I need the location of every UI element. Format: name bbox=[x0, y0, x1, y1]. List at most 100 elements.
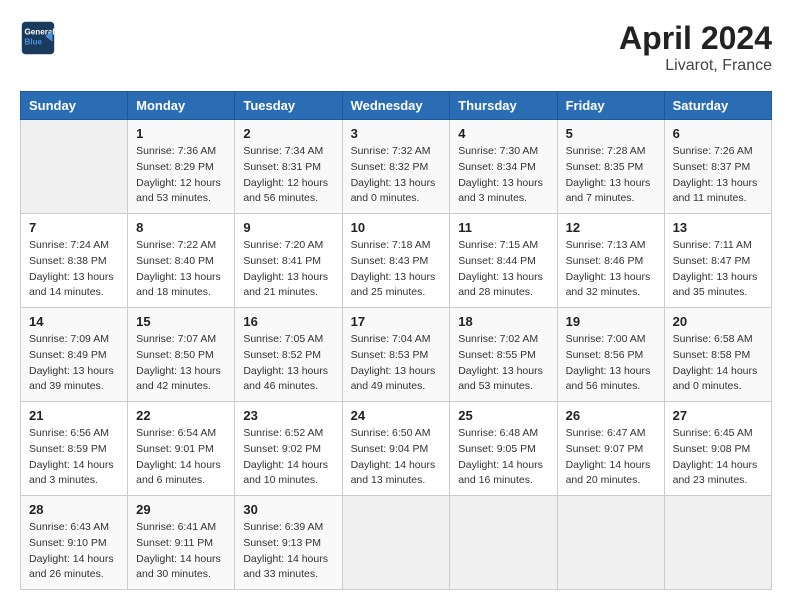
calendar-cell: 17 Sunrise: 7:04 AMSunset: 8:53 PMDayligh… bbox=[342, 308, 450, 402]
day-number: 7 bbox=[29, 220, 119, 235]
day-number: 28 bbox=[29, 502, 119, 517]
calendar-cell: 3 Sunrise: 7:32 AMSunset: 8:32 PMDaylight… bbox=[342, 120, 450, 214]
page-header: General Blue April 2024 Livarot, France bbox=[20, 20, 772, 75]
calendar-week-row: 1 Sunrise: 7:36 AMSunset: 8:29 PMDaylight… bbox=[21, 120, 772, 214]
calendar-cell: 11 Sunrise: 7:15 AMSunset: 8:44 PMDayligh… bbox=[450, 214, 557, 308]
day-number: 30 bbox=[243, 502, 333, 517]
calendar-cell: 1 Sunrise: 7:36 AMSunset: 8:29 PMDaylight… bbox=[128, 120, 235, 214]
day-number: 19 bbox=[566, 314, 656, 329]
day-number: 17 bbox=[351, 314, 442, 329]
calendar-cell: 10 Sunrise: 7:18 AMSunset: 8:43 PMDayligh… bbox=[342, 214, 450, 308]
calendar-cell: 25Sunrise: 6:48 AMSunset: 9:05 PMDayligh… bbox=[450, 402, 557, 496]
calendar-cell: 6Sunrise: 7:26 AMSunset: 8:37 PMDaylight… bbox=[664, 120, 771, 214]
calendar-cell: 7 Sunrise: 7:24 AMSunset: 8:38 PMDaylight… bbox=[21, 214, 128, 308]
calendar-cell bbox=[664, 496, 771, 590]
calendar-cell: 8Sunrise: 7:22 AMSunset: 8:40 PMDaylight… bbox=[128, 214, 235, 308]
logo-icon: General Blue bbox=[20, 20, 56, 56]
day-number: 11 bbox=[458, 220, 548, 235]
day-info: Sunrise: 6:45 AMSunset: 9:08 PMDaylight:… bbox=[673, 426, 763, 489]
day-info: Sunrise: 6:54 AMSunset: 9:01 PMDaylight:… bbox=[136, 426, 226, 489]
title-block: April 2024 Livarot, France bbox=[619, 20, 772, 75]
day-number: 6 bbox=[673, 126, 763, 141]
day-info: Sunrise: 7:20 AMSunset: 8:41 PMDaylight:… bbox=[243, 238, 333, 301]
calendar-week-row: 7 Sunrise: 7:24 AMSunset: 8:38 PMDaylight… bbox=[21, 214, 772, 308]
calendar-cell: 23 Sunrise: 6:52 AMSunset: 9:02 PMDayligh… bbox=[235, 402, 342, 496]
day-number: 24 bbox=[351, 408, 442, 423]
day-info: Sunrise: 6:56 AMSunset: 8:59 PMDaylight:… bbox=[29, 426, 119, 489]
calendar-week-row: 14 Sunrise: 7:09 AMSunset: 8:49 PMDayligh… bbox=[21, 308, 772, 402]
day-info: Sunrise: 7:05 AMSunset: 8:52 PMDaylight:… bbox=[243, 332, 333, 395]
day-number: 10 bbox=[351, 220, 442, 235]
page-subtitle: Livarot, France bbox=[619, 57, 772, 75]
calendar-cell bbox=[557, 496, 664, 590]
day-info: Sunrise: 7:11 AMSunset: 8:47 PMDaylight:… bbox=[673, 238, 763, 301]
weekday-header: Monday bbox=[128, 92, 235, 120]
calendar-cell: 22 Sunrise: 6:54 AMSunset: 9:01 PMDayligh… bbox=[128, 402, 235, 496]
day-number: 18 bbox=[458, 314, 548, 329]
day-number: 15 bbox=[136, 314, 226, 329]
day-info: Sunrise: 7:15 AMSunset: 8:44 PMDaylight:… bbox=[458, 238, 548, 301]
calendar-cell: 16 Sunrise: 7:05 AMSunset: 8:52 PMDayligh… bbox=[235, 308, 342, 402]
weekday-header: Tuesday bbox=[235, 92, 342, 120]
calendar-cell: 26Sunrise: 6:47 AMSunset: 9:07 PMDayligh… bbox=[557, 402, 664, 496]
calendar-cell: 15 Sunrise: 7:07 AMSunset: 8:50 PMDayligh… bbox=[128, 308, 235, 402]
day-info: Sunrise: 7:30 AMSunset: 8:34 PMDaylight:… bbox=[458, 144, 548, 207]
day-number: 12 bbox=[566, 220, 656, 235]
day-number: 4 bbox=[458, 126, 548, 141]
day-info: Sunrise: 7:28 AMSunset: 8:35 PMDaylight:… bbox=[566, 144, 656, 207]
day-number: 14 bbox=[29, 314, 119, 329]
day-number: 22 bbox=[136, 408, 226, 423]
day-number: 25 bbox=[458, 408, 548, 423]
day-number: 20 bbox=[673, 314, 763, 329]
day-number: 1 bbox=[136, 126, 226, 141]
day-number: 3 bbox=[351, 126, 442, 141]
weekday-header: Thursday bbox=[450, 92, 557, 120]
day-number: 16 bbox=[243, 314, 333, 329]
calendar-cell: 19Sunrise: 7:00 AMSunset: 8:56 PMDayligh… bbox=[557, 308, 664, 402]
calendar-cell: 28 Sunrise: 6:43 AMSunset: 9:10 PMDayligh… bbox=[21, 496, 128, 590]
calendar-cell: 21 Sunrise: 6:56 AMSunset: 8:59 PMDayligh… bbox=[21, 402, 128, 496]
day-info: Sunrise: 6:43 AMSunset: 9:10 PMDaylight:… bbox=[29, 520, 119, 583]
day-number: 5 bbox=[566, 126, 656, 141]
calendar-cell: 29Sunrise: 6:41 AMSunset: 9:11 PMDayligh… bbox=[128, 496, 235, 590]
weekday-header: Friday bbox=[557, 92, 664, 120]
day-info: Sunrise: 7:24 AMSunset: 8:38 PMDaylight:… bbox=[29, 238, 119, 301]
svg-text:Blue: Blue bbox=[25, 37, 43, 46]
calendar-cell: 18Sunrise: 7:02 AMSunset: 8:55 PMDayligh… bbox=[450, 308, 557, 402]
calendar-cell: 27 Sunrise: 6:45 AMSunset: 9:08 PMDayligh… bbox=[664, 402, 771, 496]
calendar-cell: 4 Sunrise: 7:30 AMSunset: 8:34 PMDaylight… bbox=[450, 120, 557, 214]
day-number: 23 bbox=[243, 408, 333, 423]
calendar-week-row: 28 Sunrise: 6:43 AMSunset: 9:10 PMDayligh… bbox=[21, 496, 772, 590]
day-info: Sunrise: 6:52 AMSunset: 9:02 PMDaylight:… bbox=[243, 426, 333, 489]
day-info: Sunrise: 7:09 AMSunset: 8:49 PMDaylight:… bbox=[29, 332, 119, 395]
day-info: Sunrise: 7:18 AMSunset: 8:43 PMDaylight:… bbox=[351, 238, 442, 301]
page-title: April 2024 bbox=[619, 20, 772, 57]
header-row: SundayMondayTuesdayWednesdayThursdayFrid… bbox=[21, 92, 772, 120]
day-info: Sunrise: 7:04 AMSunset: 8:53 PMDaylight:… bbox=[351, 332, 442, 395]
calendar-cell: 9 Sunrise: 7:20 AMSunset: 8:41 PMDaylight… bbox=[235, 214, 342, 308]
day-info: Sunrise: 7:32 AMSunset: 8:32 PMDaylight:… bbox=[351, 144, 442, 207]
day-info: Sunrise: 7:34 AMSunset: 8:31 PMDaylight:… bbox=[243, 144, 333, 207]
day-info: Sunrise: 6:58 AMSunset: 8:58 PMDaylight:… bbox=[673, 332, 763, 395]
day-number: 21 bbox=[29, 408, 119, 423]
calendar-week-row: 21 Sunrise: 6:56 AMSunset: 8:59 PMDayligh… bbox=[21, 402, 772, 496]
calendar-cell bbox=[21, 120, 128, 214]
calendar-cell: 5 Sunrise: 7:28 AMSunset: 8:35 PMDaylight… bbox=[557, 120, 664, 214]
day-info: Sunrise: 6:39 AMSunset: 9:13 PMDaylight:… bbox=[243, 520, 333, 583]
day-number: 26 bbox=[566, 408, 656, 423]
calendar-cell bbox=[450, 496, 557, 590]
day-number: 9 bbox=[243, 220, 333, 235]
calendar-cell: 20 Sunrise: 6:58 AMSunset: 8:58 PMDayligh… bbox=[664, 308, 771, 402]
calendar-cell: 30 Sunrise: 6:39 AMSunset: 9:13 PMDayligh… bbox=[235, 496, 342, 590]
day-info: Sunrise: 7:36 AMSunset: 8:29 PMDaylight:… bbox=[136, 144, 226, 207]
weekday-header: Sunday bbox=[21, 92, 128, 120]
day-info: Sunrise: 7:13 AMSunset: 8:46 PMDaylight:… bbox=[566, 238, 656, 301]
weekday-header: Wednesday bbox=[342, 92, 450, 120]
day-number: 27 bbox=[673, 408, 763, 423]
calendar-cell: 13 Sunrise: 7:11 AMSunset: 8:47 PMDayligh… bbox=[664, 214, 771, 308]
day-number: 13 bbox=[673, 220, 763, 235]
day-info: Sunrise: 7:22 AMSunset: 8:40 PMDaylight:… bbox=[136, 238, 226, 301]
logo: General Blue bbox=[20, 20, 56, 56]
calendar-table: SundayMondayTuesdayWednesdayThursdayFrid… bbox=[20, 91, 772, 590]
day-info: Sunrise: 7:07 AMSunset: 8:50 PMDaylight:… bbox=[136, 332, 226, 395]
